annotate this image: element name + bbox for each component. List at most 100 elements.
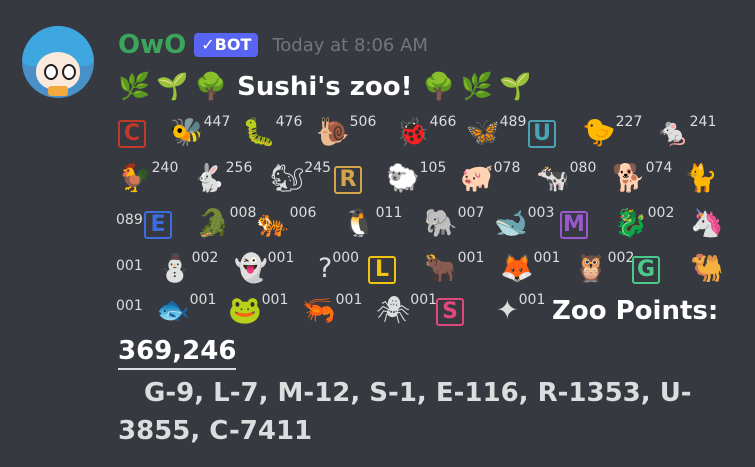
snowman-entry: ⛄002	[158, 250, 218, 288]
dog-icon: 🐕	[612, 163, 646, 194]
spider-icon: 🕷	[376, 295, 411, 326]
owl-icon: 🦉	[574, 253, 608, 284]
pig-count: 078	[493, 160, 521, 176]
caterpillar-icon: 🐛	[242, 117, 276, 148]
cat-icon: 🐈	[684, 163, 718, 194]
chipmunk-count: 245	[304, 160, 332, 176]
tiger-icon: 🐅	[256, 208, 290, 239]
row-leading-count: 001	[116, 258, 143, 274]
caterpillar-entry: 🐛476	[242, 114, 302, 152]
butterfly-entry: 🦋489	[466, 114, 526, 152]
crocodile-icon: 🐊	[196, 208, 230, 239]
avatar-eye-right	[62, 64, 76, 80]
shrimp-count: 001	[335, 292, 363, 308]
herb-icon: 🌿	[460, 72, 494, 102]
elephant-count: 007	[457, 205, 485, 221]
mystery-count: 001	[518, 292, 546, 308]
dragon-entry: 🐉002	[614, 205, 674, 243]
toucan-entry: 🐧011	[342, 205, 402, 243]
dog-entry: 🐕074	[612, 160, 672, 198]
rank-e-entry: E	[144, 205, 172, 243]
tiger-count: 006	[289, 205, 317, 221]
mystery-entry: ✦001	[496, 292, 545, 330]
question-icon: ?	[318, 253, 333, 284]
sheep-count: 105	[419, 160, 447, 176]
snowman-count: 002	[191, 250, 219, 266]
bee-entry: 🐝447	[170, 114, 230, 152]
crocodile-entry: 🐊008	[196, 205, 256, 243]
avatar-bow	[48, 86, 68, 96]
fish-entry: 🐟001	[156, 292, 216, 330]
question-count: 000	[332, 250, 360, 266]
tree-icon: 🌳	[422, 72, 455, 102]
frog-icon: 🐸	[228, 295, 262, 326]
sheep-entry: 🐑105	[386, 160, 446, 198]
snowman-icon: ⛄	[158, 253, 192, 284]
rabbit-entry: 🐇256	[192, 160, 252, 198]
message-header: OwO ✓BOT Today at 8:06 AM	[118, 30, 428, 60]
rooster-icon: 🐓	[118, 163, 152, 194]
dog-count: 074	[645, 160, 673, 176]
sheep-icon: 🐑	[386, 163, 420, 194]
rank-r-entry: R	[334, 160, 362, 198]
bot-avatar[interactable]	[22, 26, 94, 98]
spider-count: 001	[410, 292, 438, 308]
ladybug-entry: 🐞466	[396, 114, 456, 152]
whale-entry: 🐋003	[494, 205, 554, 243]
ox-count: 001	[457, 250, 485, 266]
rank-m-entry: M	[560, 205, 588, 243]
shrimp-icon: 🦐	[302, 295, 336, 326]
zoo-points-label: Zoo Points:	[552, 296, 719, 326]
rooster-entry: 🐓240	[118, 160, 178, 198]
frog-entry: 🐸001	[228, 292, 288, 330]
rank-g-entry: G	[632, 250, 660, 288]
bot-badge: ✓BOT	[194, 33, 259, 57]
ox-icon: 🐂	[424, 253, 458, 284]
fox-icon: 🦊	[500, 253, 534, 284]
owl-count: 002	[607, 250, 635, 266]
elephant-icon: 🐘	[424, 208, 458, 239]
rank-g-icon: G	[632, 256, 660, 284]
rank-c-entry: C	[118, 114, 146, 152]
message-timestamp[interactable]: Today at 8:06 AM	[272, 35, 428, 56]
rabbit-count: 256	[225, 160, 253, 176]
rank-summary: G-9, L-7, M-12, S-1, E-116, R-1353, U-38…	[118, 378, 692, 446]
ladybug-icon: 🐞	[396, 117, 430, 148]
pig-entry: 🐖078	[460, 160, 520, 198]
butterfly-count: 489	[499, 114, 527, 130]
rank-e-icon: E	[144, 211, 172, 239]
rank-r-icon: R	[334, 166, 362, 194]
whale-count: 003	[527, 205, 555, 221]
bee-icon: 🐝	[170, 117, 204, 148]
snail-icon: 🐌	[316, 117, 350, 148]
seedling-icon: 🌱	[156, 72, 189, 102]
toucan-count: 011	[375, 205, 403, 221]
herb-icon: 🌿	[118, 72, 151, 102]
author-username[interactable]: OwO	[118, 30, 186, 60]
spider-entry: 🕷001	[376, 292, 437, 330]
unicorn-entry: 🦄	[690, 205, 724, 243]
rank-c-icon: C	[118, 120, 146, 148]
elephant-entry: 🐘007	[424, 205, 484, 243]
pig-icon: 🐖	[460, 163, 494, 194]
mouse-entry: 🐁241	[656, 114, 716, 152]
chick-entry: 🐤227	[582, 114, 642, 152]
owl-entry: 🦉002	[574, 250, 634, 288]
bot-check-icon: ✓	[201, 35, 215, 54]
rank-u-icon: U	[528, 120, 556, 148]
ox-entry: 🐂001	[424, 250, 484, 288]
fish-count: 001	[189, 292, 217, 308]
ghost-entry: 👻001	[234, 250, 294, 288]
dragon-count: 002	[647, 205, 675, 221]
fox-entry: 🦊001	[500, 250, 560, 288]
crocodile-count: 008	[229, 205, 257, 221]
rank-l-icon: L	[368, 256, 396, 284]
caterpillar-count: 476	[275, 114, 303, 130]
mouse-icon: 🐁	[656, 117, 690, 148]
ladybug-count: 466	[429, 114, 457, 130]
camel-entry: 🐫	[690, 250, 724, 288]
rank-m-icon: M	[560, 211, 588, 239]
mouse-count: 241	[689, 114, 717, 130]
zoo-points-value: 369,246	[118, 336, 237, 370]
tiger-entry: 🐅006	[256, 205, 316, 243]
